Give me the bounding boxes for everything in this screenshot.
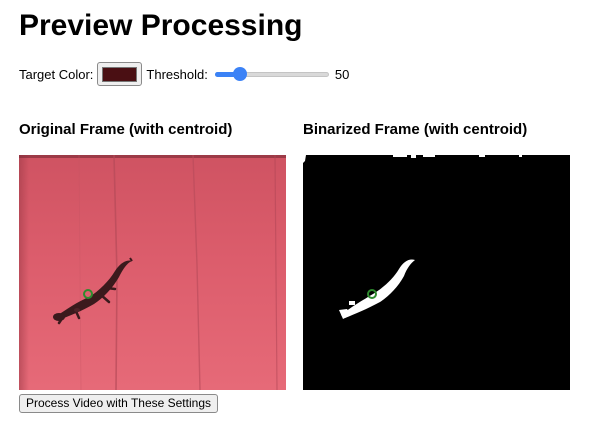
original-frame-image bbox=[19, 155, 286, 390]
target-color-label: Target Color: bbox=[19, 66, 94, 82]
threshold-value: 50 bbox=[334, 66, 350, 82]
threshold-slider[interactable] bbox=[214, 66, 329, 82]
original-frame-title: Original Frame (with centroid) bbox=[19, 121, 233, 138]
settings-controls: Target Color: Threshold: 50 bbox=[19, 62, 349, 86]
threshold-label: Threshold: bbox=[146, 66, 208, 82]
binarized-frame-image bbox=[303, 155, 570, 390]
binarized-frame-scene bbox=[303, 155, 570, 390]
process-video-button[interactable]: Process Video with These Settings bbox=[19, 394, 218, 413]
threshold-slider-thumb[interactable] bbox=[232, 67, 247, 81]
target-color-picker[interactable] bbox=[97, 62, 143, 86]
binarized-frame-title: Binarized Frame (with centroid) bbox=[303, 121, 528, 138]
target-color-swatch bbox=[102, 66, 138, 82]
original-frame-scene bbox=[19, 155, 286, 390]
page-title: Preview Processing bbox=[19, 9, 303, 42]
